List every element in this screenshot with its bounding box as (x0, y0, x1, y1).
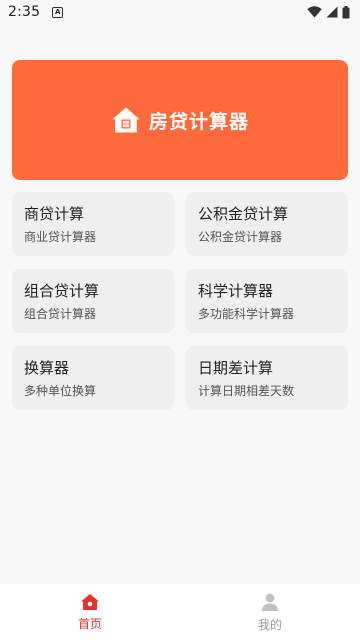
card-subtitle: 多种单位换算 (24, 384, 97, 398)
card-provident-fund-loan[interactable]: 公积金贷计算 公积金贷计算器 (186, 192, 348, 256)
card-unit-converter[interactable]: 换算器 多种单位换算 (12, 346, 174, 410)
tab-mine[interactable]: 我的 (180, 584, 360, 640)
card-subtitle: 多功能科学计算器 (198, 307, 295, 321)
tab-home[interactable]: 首页 (0, 584, 180, 640)
bottom-tab-bar: 首页 我的 (0, 584, 360, 640)
hero-banner[interactable]: 房贷计算器 (12, 60, 348, 180)
user-icon (262, 593, 278, 611)
wifi-icon (307, 6, 322, 18)
card-title: 公积金贷计算 (198, 205, 289, 223)
card-title: 日期差计算 (198, 359, 274, 377)
status-time: 2:35 (8, 4, 41, 20)
card-title: 科学计算器 (198, 282, 274, 300)
tab-label: 首页 (77, 616, 102, 631)
notification-icon: A (52, 6, 64, 18)
card-scientific-calculator[interactable]: 科学计算器 多功能科学计算器 (186, 269, 348, 333)
card-title: 组合贷计算 (24, 282, 100, 300)
battery-icon (342, 5, 350, 18)
card-title: 商贷计算 (24, 205, 85, 223)
card-subtitle: 组合贷计算器 (24, 307, 97, 321)
card-subtitle: 公积金贷计算器 (198, 230, 283, 244)
status-icons (307, 5, 350, 19)
card-title: 换算器 (24, 359, 70, 377)
tab-label: 我的 (257, 617, 282, 632)
card-subtitle: 计算日期相差天数 (198, 384, 295, 398)
card-subtitle: 商业贷计算器 (24, 230, 97, 244)
house-icon (112, 107, 140, 133)
card-combined-loan[interactable]: 组合贷计算 组合贷计算器 (12, 269, 174, 333)
notification-letter: A (55, 7, 61, 16)
home-icon (81, 593, 99, 610)
hero-title: 房贷计算器 (148, 110, 249, 133)
card-date-difference[interactable]: 日期差计算 计算日期相差天数 (186, 346, 348, 410)
status-bar: 2:35 A (0, 0, 360, 24)
signal-icon (326, 6, 338, 18)
card-commercial-loan[interactable]: 商贷计算 商业贷计算器 (12, 192, 174, 256)
